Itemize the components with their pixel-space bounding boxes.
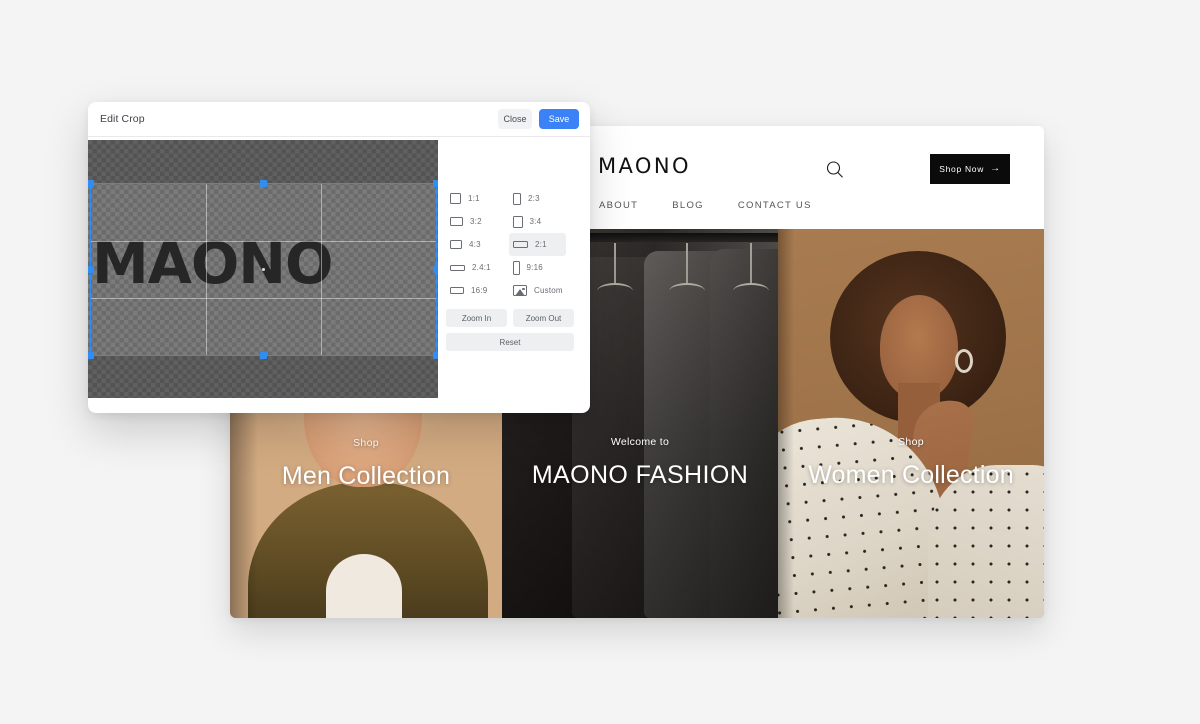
save-button[interactable]: Save [539, 109, 579, 129]
crop-selection-box[interactable] [88, 180, 438, 359]
crop-handle-w[interactable] [88, 266, 94, 273]
ratio-option-3-2[interactable]: 3:2 [446, 210, 503, 233]
ratio-label-4-3: 4:3 [469, 240, 481, 249]
zoom-out-button[interactable]: Zoom Out [513, 309, 574, 327]
nav-item-contact-us[interactable]: CONTACT US [738, 200, 812, 211]
crop-handle-sw[interactable] [88, 352, 94, 359]
ratio-label-2-4-1: 2.4:1 [472, 263, 491, 272]
app-canvas: MAONO ABOUT BLOG CONTACT US Shop Now → S… [0, 0, 1200, 724]
hero-tile-women[interactable]: Shop Women Collection [778, 229, 1044, 618]
nav-item-about[interactable]: ABOUT [599, 200, 638, 211]
ratio-custom-icon [513, 285, 527, 296]
shop-now-label: Shop Now [939, 164, 985, 174]
ratio-option-custom[interactable]: Custom [509, 279, 566, 302]
ratio-label-9-16: 9:16 [526, 263, 543, 272]
ratio-option-16-9[interactable]: 16:9 [446, 279, 503, 302]
crop-tools-panel: 1:1 2:3 3:2 3:4 4:3 2:1 2.4:1 9:16 16:9 … [446, 187, 574, 351]
zoom-in-button[interactable]: Zoom In [446, 309, 507, 327]
crop-handle-nw[interactable] [88, 180, 94, 187]
ratio-1-1-icon [450, 193, 461, 204]
hero-image-women [778, 229, 1044, 618]
edit-crop-dialog: Edit Crop Close Save MAONO 1:1 2:3 3:2 3… [88, 102, 590, 413]
zoom-button-row: Zoom In Zoom Out [446, 309, 574, 327]
reset-button-row: Reset [446, 333, 574, 351]
crop-handle-n[interactable] [260, 180, 267, 187]
site-main-nav: ABOUT BLOG CONTACT US [599, 200, 812, 211]
reset-button[interactable]: Reset [446, 333, 574, 351]
ratio-label-2-1: 2:1 [535, 240, 547, 249]
ratio-option-2-4-1[interactable]: 2.4:1 [446, 256, 503, 279]
ratio-option-2-1[interactable]: 2:1 [509, 233, 566, 256]
ratio-option-9-16[interactable]: 9:16 [509, 256, 566, 279]
dialog-header: Edit Crop Close Save [88, 102, 590, 137]
crop-canvas[interactable]: MAONO [88, 140, 438, 398]
dialog-body: MAONO 1:1 2:3 3:2 3:4 4:3 2:1 2.4:1 9:16… [88, 137, 590, 413]
ratio-label-2-3: 2:3 [528, 194, 540, 203]
ratio-3-4-icon [513, 215, 523, 228]
dialog-title: Edit Crop [100, 113, 145, 125]
ratio-label-3-4: 3:4 [529, 217, 542, 226]
aspect-ratio-grid: 1:1 2:3 3:2 3:4 4:3 2:1 2.4:1 9:16 16:9 … [446, 187, 574, 302]
site-brand-logo: MAONO [598, 154, 691, 178]
ratio-2-1-icon [513, 240, 528, 249]
ratio-option-2-3[interactable]: 2:3 [509, 187, 566, 210]
ratio-24-1-icon [450, 264, 465, 271]
crop-handle-se[interactable] [433, 352, 438, 359]
arrow-right-icon: → [990, 163, 1001, 174]
ratio-label-16-9: 16:9 [471, 286, 488, 295]
crop-handle-e[interactable] [433, 266, 438, 273]
ratio-label-custom: Custom [534, 286, 563, 295]
ratio-9-16-icon [513, 260, 520, 275]
ratio-option-1-1[interactable]: 1:1 [446, 187, 503, 210]
crop-handle-ne[interactable] [433, 180, 438, 187]
ratio-option-4-3[interactable]: 4:3 [446, 233, 503, 256]
shop-now-button[interactable]: Shop Now → [930, 154, 1010, 184]
close-button[interactable]: Close [498, 109, 532, 129]
dialog-actions: Close Save [498, 109, 579, 129]
ratio-label-3-2: 3:2 [470, 217, 482, 226]
search-icon[interactable] [824, 159, 846, 181]
crop-handle-s[interactable] [260, 352, 267, 359]
ratio-16-9-icon [450, 286, 464, 295]
crop-center-dot [262, 268, 265, 271]
nav-item-blog[interactable]: BLOG [672, 200, 704, 211]
ratio-2-3-icon [513, 192, 521, 205]
ratio-3-2-icon [450, 217, 463, 226]
ratio-4-3-icon [450, 239, 462, 250]
ratio-option-3-4[interactable]: 3:4 [509, 210, 566, 233]
ratio-label-1-1: 1:1 [468, 194, 480, 203]
